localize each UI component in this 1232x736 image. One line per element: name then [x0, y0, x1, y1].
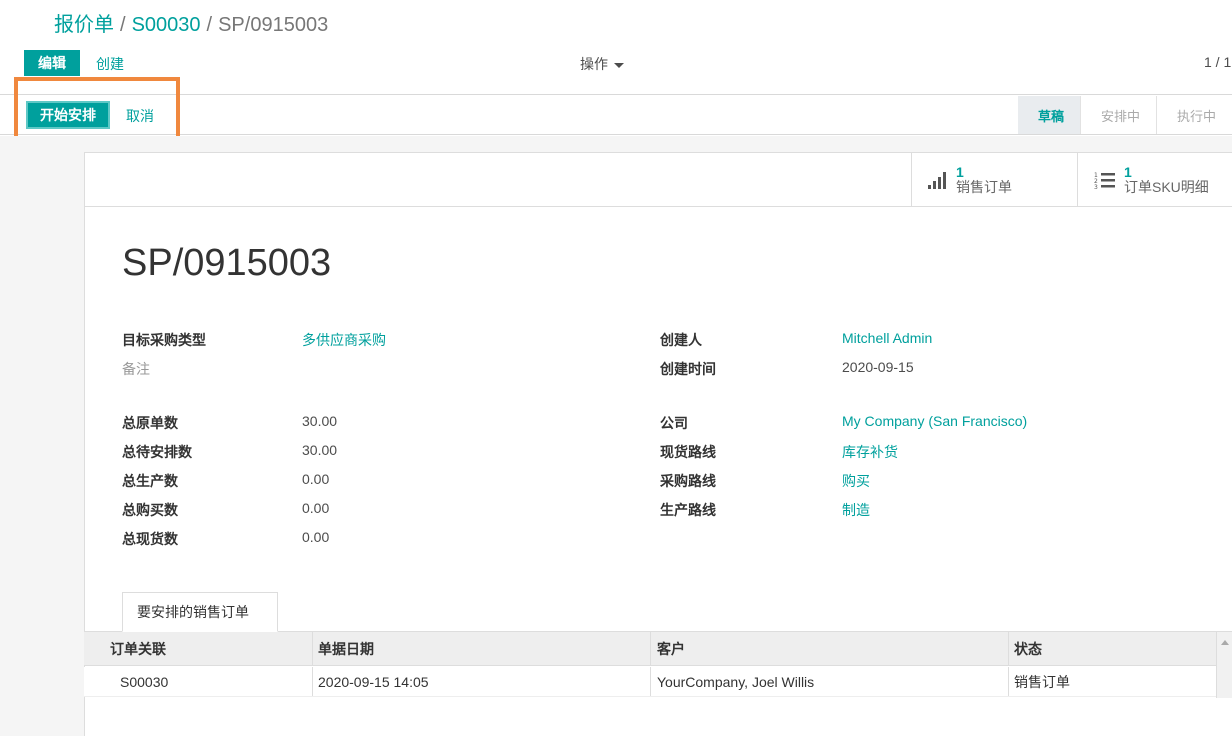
column-divider — [650, 632, 651, 665]
field-value-company[interactable]: My Company (San Francisco) — [842, 413, 1027, 429]
field-label-total-pending: 总待安排数 — [122, 444, 192, 460]
sales-orders-smart-button[interactable]: 1 销售订单 — [911, 153, 1077, 207]
field-value-purchase-route[interactable]: 购买 — [842, 471, 870, 491]
field-value-total-purchase: 0.00 — [302, 500, 330, 516]
column-divider — [650, 667, 651, 696]
breadcrumb-order-link[interactable]: S00030 — [132, 14, 201, 36]
stage-draft[interactable]: 草稿 — [1018, 96, 1080, 134]
column-divider — [1008, 667, 1009, 696]
field-label-total-stock: 总现货数 — [122, 531, 178, 547]
smart-button-box: 1 销售订单 1 2 3 1 订单SKU明细 — [85, 153, 1232, 207]
cell-status: 销售订单 — [1014, 673, 1070, 690]
action-dropdown[interactable]: 操作 — [580, 54, 624, 74]
table-row[interactable]: S00030 2020-09-15 14:05 YourCompany, Joe… — [84, 667, 1216, 697]
column-header-status[interactable]: 状态 — [1014, 632, 1042, 665]
sku-lines-smart-button[interactable]: 1 2 3 1 订单SKU明细 — [1077, 153, 1232, 207]
breadcrumb-separator: / — [120, 14, 126, 36]
breadcrumb-quotations-link[interactable]: 报价单 — [54, 14, 114, 36]
bar-chart-icon — [928, 171, 946, 189]
field-value-purchase-type[interactable]: 多供应商采购 — [302, 330, 386, 350]
sku-lines-count: 1 — [1124, 164, 1132, 180]
field-label-total-purchase: 总购买数 — [122, 502, 178, 518]
table-header: 订单关联 单据日期 客户 状态 — [84, 632, 1216, 666]
tab-sale-orders[interactable]: 要安排的销售订单 — [122, 592, 278, 632]
field-label-stock-route: 现货路线 — [660, 444, 716, 460]
sales-orders-count: 1 — [956, 164, 964, 180]
stage-scheduling[interactable]: 安排中 — [1080, 96, 1156, 134]
field-value-manufacture-route[interactable]: 制造 — [842, 500, 870, 520]
ordered-list-icon: 1 2 3 — [1094, 172, 1115, 189]
start-scheduling-button[interactable]: 开始安排 — [26, 101, 110, 129]
column-divider — [312, 667, 313, 696]
column-header-date[interactable]: 单据日期 — [318, 632, 374, 665]
field-label-notes: 备注 — [122, 361, 150, 377]
column-divider — [1008, 632, 1009, 665]
cell-order-ref: S00030 — [120, 673, 169, 690]
column-header-order-ref[interactable]: 订单关联 — [110, 632, 166, 665]
field-value-total-original: 30.00 — [302, 413, 338, 429]
edit-button[interactable]: 编辑 — [24, 50, 80, 76]
svg-text:3: 3 — [1094, 184, 1098, 189]
breadcrumb: 报价单 / S00030/SP/0915003 — [54, 8, 328, 37]
field-label-total-original: 总原单数 — [122, 415, 178, 431]
cell-customer: YourCompany, Joel Willis — [657, 673, 815, 690]
field-label-purchase-type: 目标采购类型 — [122, 332, 206, 348]
field-label-manufacture-route: 生产路线 — [660, 502, 716, 518]
breadcrumb-current: SP/0915003 — [218, 14, 329, 36]
tab-sale-orders-label: 要安排的销售订单 — [137, 604, 249, 620]
sku-lines-label: 订单SKU明细 — [1124, 179, 1209, 195]
cancel-button[interactable]: 取消 — [126, 106, 154, 126]
table-scrollbar[interactable] — [1216, 632, 1232, 698]
field-value-created-on: 2020-09-15 — [842, 359, 914, 375]
column-header-customer[interactable]: 客户 — [657, 632, 685, 665]
field-label-created-by: 创建人 — [660, 332, 702, 348]
stage-pipeline: 草稿 安排中 执行中 — [1018, 96, 1232, 134]
caret-down-icon — [614, 62, 624, 68]
field-label-purchase-route: 采购路线 — [660, 473, 716, 489]
field-value-created-by[interactable]: Mitchell Admin — [842, 330, 932, 346]
field-value-total-produce: 0.00 — [302, 471, 330, 487]
field-value-stock-route[interactable]: 库存补货 — [842, 442, 898, 462]
breadcrumb-separator: / — [206, 14, 213, 36]
record-title: SP/0915003 — [122, 242, 332, 284]
field-value-total-pending: 30.00 — [302, 442, 338, 458]
scroll-up-icon[interactable] — [1221, 640, 1229, 645]
stage-executing[interactable]: 执行中 — [1156, 96, 1232, 134]
create-button[interactable]: 创建 — [96, 54, 124, 74]
field-label-created-on: 创建时间 — [660, 361, 716, 377]
action-dropdown-label: 操作 — [580, 56, 608, 72]
cell-date: 2020-09-15 14:05 — [318, 673, 429, 690]
column-divider — [312, 632, 313, 665]
field-value-total-stock: 0.00 — [302, 529, 330, 545]
sales-orders-label: 销售订单 — [956, 179, 1012, 195]
field-label-company: 公司 — [660, 415, 688, 431]
field-label-total-produce: 总生产数 — [122, 473, 178, 489]
pager-value[interactable]: 1 / 1 — [1204, 54, 1231, 70]
